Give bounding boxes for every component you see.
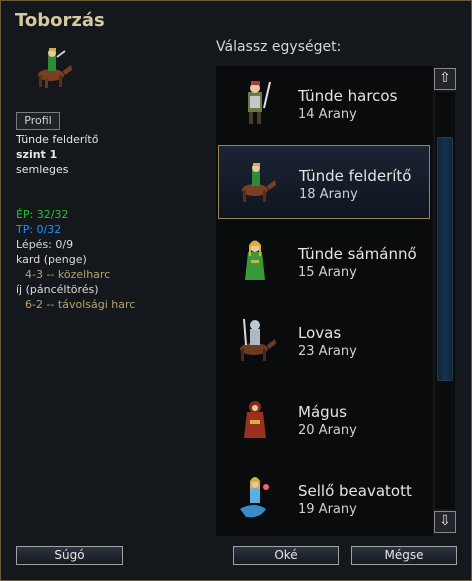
elf-shaman-icon: [232, 236, 278, 286]
attack-name: íj (páncéltörés): [16, 283, 99, 296]
help-button[interactable]: Súgó: [16, 546, 123, 565]
unit-name: Tünde felderítő: [299, 167, 412, 185]
attack-name: kard (penge): [16, 253, 87, 266]
cancel-button[interactable]: Mégse: [351, 546, 457, 565]
recruit-dialog: Toborzás Profil Tünde felderítő szint 1 …: [0, 0, 472, 581]
merfolk-initiate-icon: [232, 473, 278, 523]
unit-name: Tünde harcos: [298, 87, 398, 105]
experience-stat: TP: 0/32: [16, 223, 62, 236]
elf-scout-icon: [233, 158, 279, 208]
moves-stat: Lépés: 0/9: [16, 238, 74, 251]
elf-scout-portrait-icon: [29, 45, 75, 91]
unit-type-name: Tünde felderítő: [16, 133, 99, 146]
unit-list-item[interactable]: Tünde harcos 14 Arany: [218, 66, 430, 140]
unit-cost: 14 Arany: [298, 107, 357, 122]
unit-list-item[interactable]: Mágus 20 Arany: [218, 382, 430, 456]
unit-info: Tünde felderítő szint 1 semleges: [16, 132, 98, 177]
unit-name: Mágus: [298, 403, 347, 421]
mage-icon: [232, 394, 278, 444]
profile-button[interactable]: Profil: [16, 112, 60, 130]
ok-button[interactable]: Oké: [233, 546, 339, 565]
list-caption: Válassz egységet:: [216, 39, 342, 55]
unit-cost: 15 Arany: [298, 265, 357, 280]
scroll-down-arrow-icon[interactable]: ⇩: [434, 511, 456, 533]
unit-stats: ÉP: 32/32 TP: 0/32 Lépés: 0/9 kard (peng…: [16, 207, 135, 312]
unit-list-item[interactable]: Tünde sámánnő 15 Arany: [218, 224, 430, 298]
attack-detail: 6-2 -- távolsági harc: [25, 298, 136, 311]
unit-name: Lovas: [298, 324, 342, 342]
attack-detail: 4-3 -- közelharc: [25, 268, 111, 281]
elf-fighter-icon: [232, 78, 278, 128]
unit-list-item[interactable]: Sellő beavatott 19 Arany: [218, 461, 430, 535]
unit-list-item[interactable]: Lovas 23 Arany: [218, 303, 430, 377]
unit-list-item-selected[interactable]: Tünde felderítő 18 Arany: [218, 145, 430, 219]
unit-list: Tünde harcos 14 Arany Tünde felderítő 18…: [216, 66, 433, 536]
unit-cost: 20 Arany: [298, 423, 357, 438]
unit-name: Sellő beavatott: [298, 482, 412, 500]
unit-cost: 19 Arany: [298, 502, 357, 517]
unit-cost: 18 Arany: [299, 187, 358, 202]
unit-level: szint 1: [16, 148, 58, 161]
scrollbar-thumb[interactable]: [437, 137, 453, 381]
dialog-title: Toborzás: [15, 10, 105, 31]
hitpoints-stat: ÉP: 32/32: [16, 208, 69, 221]
unit-alignment: semleges: [16, 163, 69, 176]
cavalryman-icon: [232, 315, 278, 365]
unit-name: Tünde sámánnő: [298, 245, 417, 263]
scroll-up-arrow-icon[interactable]: ⇧: [434, 68, 456, 90]
unit-cost: 23 Arany: [298, 344, 357, 359]
